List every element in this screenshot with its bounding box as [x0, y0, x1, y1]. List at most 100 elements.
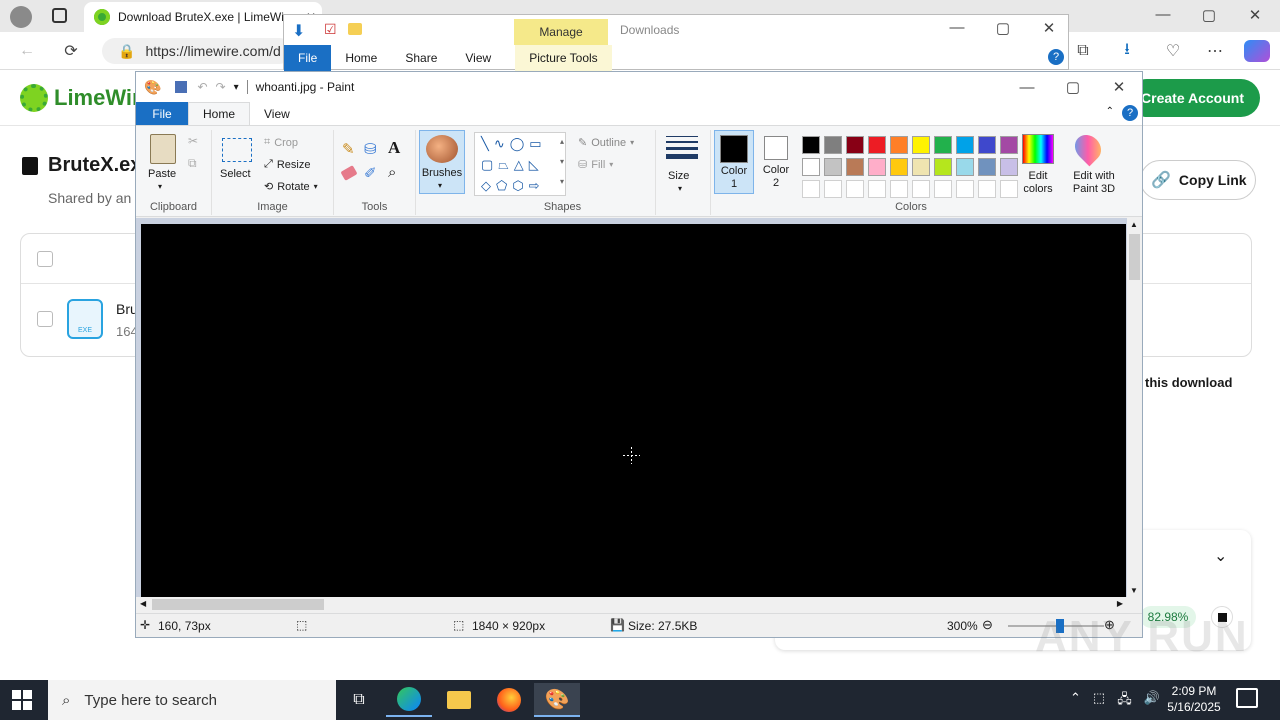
edit-colors-button[interactable]: Edit colors [1018, 170, 1058, 196]
edge-taskbar-icon[interactable] [386, 683, 432, 717]
palette-swatch[interactable] [846, 158, 864, 176]
paint-close-button[interactable]: ✕ [1096, 78, 1142, 96]
browser-maximize-button[interactable]: ▢ [1186, 6, 1232, 24]
palette-swatch[interactable] [934, 180, 952, 198]
cut-icon[interactable]: ✂ [188, 134, 198, 148]
tray-overflow-icon[interactable]: ⌃ [1070, 690, 1081, 712]
palette-swatch[interactable] [956, 136, 974, 154]
explorer-close-button[interactable]: ✕ [1026, 19, 1072, 37]
eraser-icon[interactable] [340, 165, 358, 181]
copy-link-button[interactable]: 🔗 Copy Link [1140, 160, 1256, 200]
pencil-icon[interactable]: ✎ [342, 140, 355, 158]
select-all-checkbox[interactable] [37, 251, 53, 267]
palette-swatch[interactable] [890, 136, 908, 154]
profile-avatar[interactable] [10, 6, 32, 28]
select-button[interactable]: Select [220, 168, 251, 180]
explorer-minimize-button[interactable]: — [934, 19, 980, 37]
tray-app-icon[interactable]: ⬚ [1093, 690, 1105, 712]
windows-start-icon[interactable] [12, 690, 32, 710]
file-row-checkbox[interactable] [37, 311, 53, 327]
palette-swatch[interactable] [890, 180, 908, 198]
task-view-icon[interactable]: ⧉ [336, 683, 382, 717]
ribbon-collapse-icon[interactable]: ⌃ [1106, 106, 1114, 117]
palette-swatch[interactable] [824, 136, 842, 154]
text-tool-icon[interactable]: A [388, 138, 400, 158]
palette-swatch[interactable] [1000, 180, 1018, 198]
crop-button[interactable]: ⌗ Crop [264, 136, 298, 149]
paint-minimize-button[interactable]: — [1004, 79, 1050, 96]
color-picker-icon[interactable]: ✐ [364, 164, 377, 182]
edit-with-paint3d-button[interactable]: Edit with Paint 3D [1066, 170, 1122, 196]
address-bar[interactable]: 🔒 https://limewire.com/d [102, 38, 292, 64]
palette-swatch[interactable] [978, 158, 996, 176]
size-button[interactable]: Size [668, 170, 689, 182]
palette-swatch[interactable] [978, 136, 996, 154]
undo-icon[interactable]: ↶ [197, 80, 207, 94]
copilot-icon[interactable] [1244, 40, 1270, 62]
palette-swatch[interactable] [802, 180, 820, 198]
palette-swatch[interactable] [846, 136, 864, 154]
size-icon[interactable] [666, 136, 698, 159]
redo-icon[interactable]: ↷ [216, 80, 226, 94]
color2-button[interactable]: Color 2 [758, 134, 794, 190]
paint-tab-home[interactable]: Home [188, 102, 251, 125]
palette-swatch[interactable] [956, 180, 974, 198]
palette-swatch[interactable] [846, 180, 864, 198]
properties-icon[interactable]: ☑ [324, 21, 337, 38]
paint-maximize-button[interactable]: ▢ [1050, 78, 1096, 96]
palette-swatch[interactable] [1000, 136, 1018, 154]
explorer-tab-picture-tools[interactable]: Picture Tools [515, 45, 612, 71]
copy-icon[interactable]: ⧉ [188, 156, 197, 171]
settings-more-icon[interactable]: ⋯ [1200, 36, 1230, 66]
shapes-gallery[interactable]: ╲∿◯▭ ▢⏢△◺ ◇⬠⬡⇨ [474, 132, 566, 196]
rotate-button[interactable]: ⟲ Rotate ▾ [264, 180, 318, 194]
browser-minimize-button[interactable]: — [1140, 6, 1186, 24]
explorer-help-icon[interactable]: ? [1048, 49, 1064, 65]
refresh-icon[interactable]: ⟳ [56, 36, 86, 66]
edit-colors-icon[interactable] [1022, 134, 1054, 164]
palette-swatch[interactable] [824, 158, 842, 176]
shapes-scroll-icon[interactable]: ▴ ▾ ▾ [560, 132, 564, 192]
new-folder-icon[interactable] [348, 23, 362, 35]
fill-bucket-icon[interactable]: ⛁ [364, 140, 377, 158]
palette-swatch[interactable] [868, 180, 886, 198]
palette-swatch[interactable] [934, 158, 952, 176]
create-account-button[interactable]: Create Account [1128, 79, 1260, 117]
resize-button[interactable]: ⤢ Resize [264, 158, 310, 171]
explorer-manage-tab[interactable]: Manage [514, 19, 608, 45]
tab-actions-icon[interactable] [52, 8, 67, 23]
explorer-maximize-button[interactable]: ▢ [980, 19, 1026, 37]
brushes-button[interactable]: Brushes ▾ [419, 130, 465, 194]
palette-swatch[interactable] [802, 136, 820, 154]
collections-icon[interactable]: ⧉ [1068, 36, 1098, 66]
horizontal-scroll-thumb[interactable] [152, 599, 324, 610]
palette-swatch[interactable] [868, 158, 886, 176]
notifications-icon[interactable] [1236, 688, 1258, 708]
palette-swatch[interactable] [956, 158, 974, 176]
paint-tab-file[interactable]: File [136, 102, 188, 125]
magnifier-icon[interactable]: ⌕ [388, 164, 396, 181]
palette-swatch[interactable] [868, 136, 886, 154]
volume-icon[interactable]: 🔊 [1144, 690, 1160, 712]
save-icon[interactable] [175, 81, 188, 93]
zoom-out-icon[interactable]: ⊖ [982, 617, 993, 633]
palette-swatch[interactable] [912, 180, 930, 198]
taskbar-clock[interactable]: 2:09 PM 5/16/2025 [1162, 683, 1226, 715]
chevron-down-icon[interactable]: ⌄ [1214, 546, 1227, 566]
downloads-icon[interactable]: ⭳ [1112, 36, 1142, 66]
color1-button[interactable]: Color 1 [714, 130, 754, 194]
palette-swatch[interactable] [890, 158, 908, 176]
palette-swatch[interactable] [978, 180, 996, 198]
explorer-tab-share[interactable]: Share [391, 45, 451, 71]
paint-taskbar-icon[interactable]: 🎨 [534, 683, 580, 717]
limewire-logo[interactable]: LimeWire [20, 84, 153, 112]
horizontal-scrollbar[interactable]: ◀ ▶ [136, 597, 1127, 612]
paste-button[interactable]: Paste [148, 168, 176, 180]
palette-swatch[interactable] [824, 180, 842, 198]
browser-essentials-icon[interactable]: ♡ [1158, 36, 1188, 66]
vertical-scroll-thumb[interactable] [1129, 234, 1140, 280]
paint-tab-view[interactable]: View [250, 102, 304, 125]
browser-close-button[interactable]: ✕ [1232, 6, 1278, 24]
outline-button[interactable]: ✎ Outline ▾ [578, 136, 634, 150]
file-explorer-taskbar-icon[interactable] [436, 683, 482, 717]
